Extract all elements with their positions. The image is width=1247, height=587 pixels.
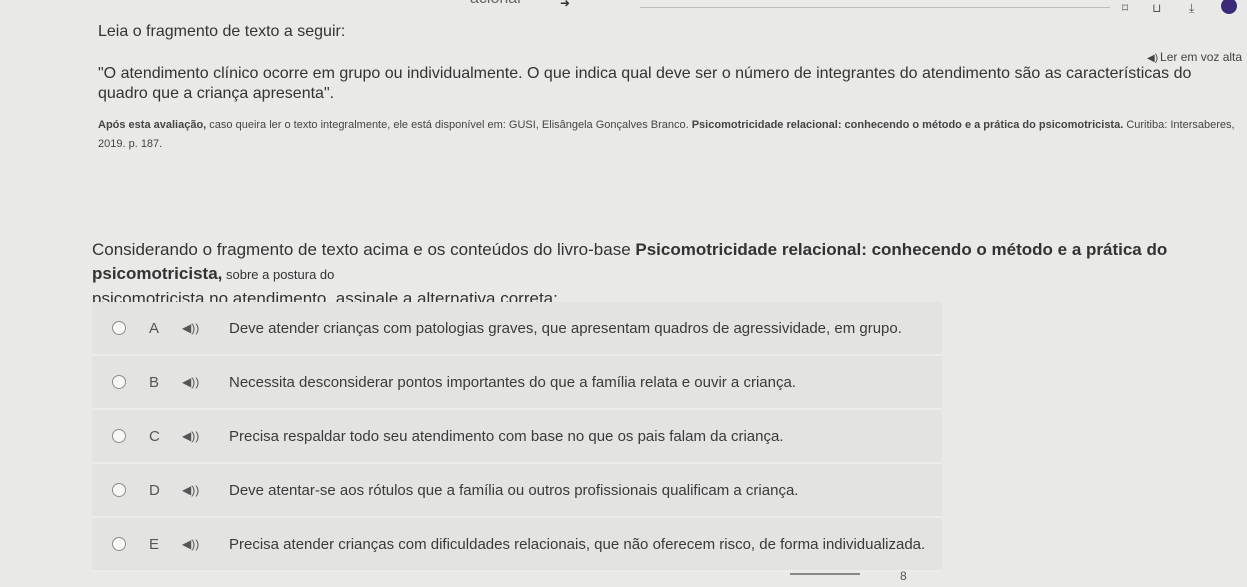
bottom-divider — [790, 573, 860, 575]
read-aloud-button[interactable]: ◀) Ler em voz alta — [1147, 50, 1242, 64]
option-text: Necessita desconsiderar pontos important… — [229, 373, 796, 391]
prompt-before: Considerando o fragmento de texto acima … — [92, 240, 636, 259]
answer-options: A ◀)) Deve atender crianças com patologi… — [92, 302, 942, 572]
option-letter: D — [149, 481, 160, 499]
avatar[interactable] — [1221, 0, 1237, 14]
option-e[interactable]: E ◀)) Precisa atender crianças com dific… — [92, 518, 942, 572]
arrow-right-icon[interactable]: ➜ — [560, 0, 570, 10]
download-icon[interactable]: ⤓ — [1189, 1, 1194, 16]
source-lead: Após esta avaliação, — [98, 119, 207, 131]
option-c[interactable]: C ◀)) Precisa respaldar todo seu atendim… — [92, 410, 942, 464]
bottom-mark: 8 — [900, 569, 907, 583]
read-aloud-label: Ler em voz alta — [1160, 50, 1243, 64]
option-text: Precisa respaldar todo seu atendimento c… — [229, 427, 784, 445]
radio-button[interactable] — [112, 375, 126, 389]
prompt-tail: sobre a postura do — [222, 267, 335, 282]
speaker-icon: ◀) — [1147, 53, 1159, 64]
option-b[interactable]: B ◀)) Necessita desconsiderar pontos imp… — [92, 356, 942, 410]
top-toolbar: acional ➜ ⌑ ⊔ ⤓ — [0, 0, 1247, 18]
divider — [640, 7, 1110, 8]
option-letter: A — [149, 319, 160, 337]
source-book: Psicomotricidade relacional: conhecendo … — [691, 119, 1124, 131]
option-a[interactable]: A ◀)) Deve atender crianças com patologi… — [92, 302, 942, 356]
speaker-icon[interactable]: ◀)) — [182, 483, 199, 497]
speaker-icon[interactable]: ◀)) — [182, 429, 199, 443]
source-citation: Após esta avaliação, caso queira ler o t… — [98, 116, 1243, 154]
option-letter: B — [149, 373, 160, 391]
radio-button[interactable] — [112, 321, 126, 335]
option-d[interactable]: D ◀)) Deve atentar-se aos rótulos que a … — [92, 464, 942, 518]
tab-icon[interactable]: ⊔ — [1152, 1, 1161, 15]
question-prompt: Considerando o fragmento de texto acima … — [92, 238, 1242, 311]
intro-text: Leia o fragmento de texto a seguir: — [98, 23, 346, 40]
source-rest: caso queira ler o texto integralmente, e… — [209, 119, 692, 131]
partial-title-text: acional — [470, 0, 521, 8]
speaker-icon[interactable]: ◀)) — [182, 537, 199, 551]
option-text: Precisa atender crianças com dificuldade… — [229, 535, 926, 553]
bookmark-icon[interactable]: ⌑ — [1122, 1, 1128, 15]
speaker-icon[interactable]: ◀)) — [182, 375, 199, 389]
option-text: Deve atender crianças com patologias gra… — [229, 319, 902, 337]
radio-button[interactable] — [112, 483, 126, 497]
option-letter: E — [149, 535, 160, 553]
radio-button[interactable] — [112, 429, 126, 443]
quote-text: "O atendimento clínico ocorre em grupo o… — [98, 65, 1192, 102]
speaker-icon[interactable]: ◀)) — [182, 321, 199, 335]
option-letter: C — [149, 427, 160, 445]
option-text: Deve atentar-se aos rótulos que a famíli… — [229, 481, 799, 499]
radio-button[interactable] — [112, 537, 126, 551]
